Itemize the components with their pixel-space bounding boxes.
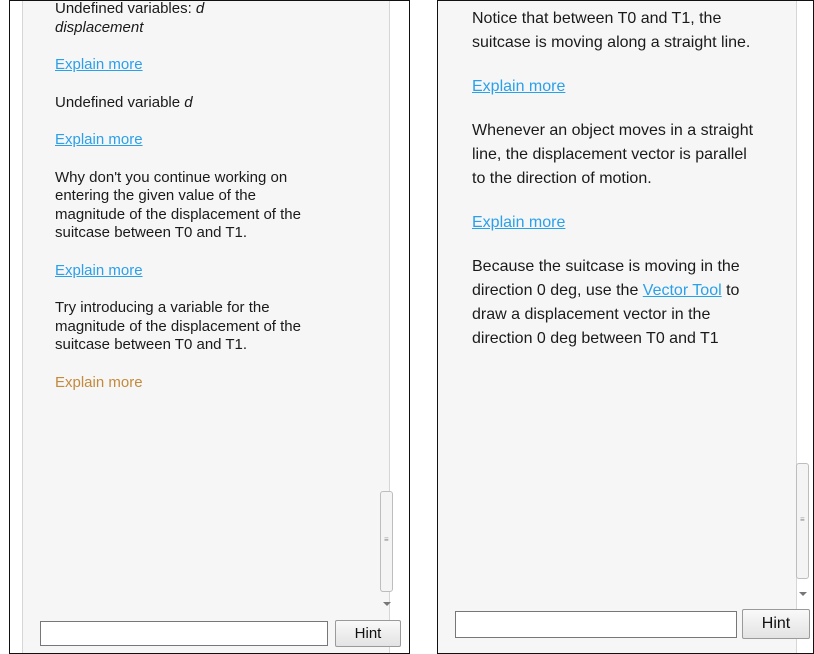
hint-message: Notice that between T0 and T1, the suitc… bbox=[472, 10, 751, 51]
hint-panel-left: Undefined variables: d displacement Expl… bbox=[9, 0, 410, 654]
hint-message: Try introducing a variable for the magni… bbox=[55, 299, 301, 353]
explain-more-link[interactable]: Explain more bbox=[55, 374, 143, 391]
hint-message: Why don't you continue working on enteri… bbox=[55, 168, 301, 242]
hint-message: Undefined variable d bbox=[55, 93, 193, 111]
scrollbar[interactable]: ≡ bbox=[379, 1, 395, 613]
explain-more-link[interactable]: Explain more bbox=[55, 262, 143, 279]
hint-message: Undefined variables: d displacement bbox=[55, 0, 205, 36]
hint-messages-list: Notice that between T0 and T1, the suitc… bbox=[472, 7, 772, 371]
variable-name: d bbox=[195, 0, 205, 17]
grip-icon: ≡ bbox=[800, 515, 805, 524]
scrollbar-thumb[interactable]: ≡ bbox=[380, 491, 393, 592]
variable-name: d bbox=[184, 93, 193, 111]
scroll-down-arrow-icon[interactable] bbox=[383, 602, 391, 606]
hint-message: Whenever an object moves in a straight l… bbox=[472, 122, 754, 187]
scrollbar[interactable]: ≡ bbox=[795, 1, 811, 613]
vector-tool-link[interactable]: Vector Tool bbox=[643, 282, 722, 299]
grip-icon: ≡ bbox=[384, 535, 389, 544]
variable-name: displacement bbox=[55, 18, 144, 36]
explain-more-link[interactable]: Explain more bbox=[472, 214, 565, 231]
explain-more-link[interactable]: Explain more bbox=[55, 131, 143, 148]
hint-input[interactable] bbox=[40, 621, 328, 646]
scrollbar-thumb[interactable]: ≡ bbox=[796, 463, 809, 579]
explain-more-link[interactable]: Explain more bbox=[472, 78, 565, 95]
hint-button[interactable]: Hint bbox=[335, 620, 401, 647]
scroll-down-arrow-icon[interactable] bbox=[799, 592, 807, 596]
hint-input[interactable] bbox=[455, 611, 737, 638]
hint-button[interactable]: Hint bbox=[742, 609, 810, 639]
explain-more-link[interactable]: Explain more bbox=[55, 56, 143, 73]
hint-panel-right: Notice that between T0 and T1, the suitc… bbox=[437, 0, 814, 654]
hint-messages-list: Undefined variables: d displacement Expl… bbox=[55, 0, 355, 411]
hint-message: Because the suitcase is moving in the di… bbox=[472, 258, 740, 347]
